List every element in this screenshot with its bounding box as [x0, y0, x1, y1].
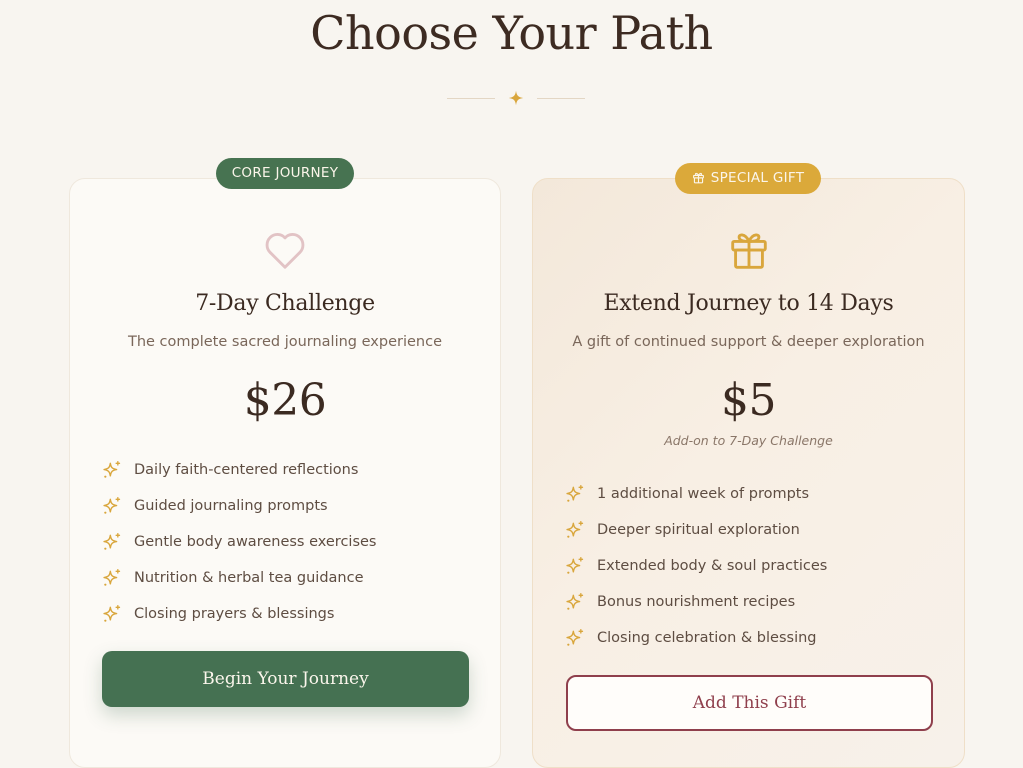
- begin-journey-button[interactable]: Begin Your Journey: [102, 651, 469, 707]
- badge-label: SPECIAL GIFT: [710, 170, 805, 186]
- feature-text: Deeper spiritual exploration: [597, 522, 800, 538]
- divider-line-right: [537, 98, 585, 99]
- feature-text: Extended body & soul practices: [597, 558, 828, 574]
- gift-icon: [730, 233, 767, 269]
- pricing-card-core: CORE JOURNEY 7-Day Challenge The complet…: [69, 158, 501, 768]
- core-journey-badge: CORE JOURNEY: [216, 158, 354, 189]
- card-subtitle: The complete sacred journaling experienc…: [127, 334, 442, 350]
- feature-text: 1 additional week of prompts: [597, 486, 810, 502]
- sparkle-icon: [508, 90, 524, 106]
- feature-text: Daily faith-centered reflections: [134, 462, 359, 478]
- feature-text: Gentle body awareness exercises: [134, 534, 377, 550]
- sparkle-icon: [566, 629, 584, 646]
- add-gift-button[interactable]: Add This Gift: [566, 675, 933, 731]
- special-gift-badge: SPECIAL GIFT: [675, 163, 821, 194]
- page-title: Choose Your Path: [310, 6, 713, 60]
- feature-item: 1 additional week of prompts: [565, 476, 827, 512]
- feature-list: 1 additional week of prompts Deeper spir…: [565, 476, 827, 656]
- gift-icon: [692, 172, 704, 184]
- sparkle-icon: [566, 521, 584, 538]
- feature-item: Guided journaling prompts: [102, 488, 376, 524]
- card-subtitle: A gift of continued support & deeper exp…: [572, 334, 925, 350]
- feature-text: Bonus nourishment recipes: [597, 594, 796, 610]
- feature-item: Deeper spiritual exploration: [565, 512, 827, 548]
- heart-icon: [265, 233, 305, 269]
- sparkle-icon: [103, 461, 121, 478]
- card-title: Extend Journey to 14 Days: [603, 291, 894, 316]
- feature-list: Daily faith-centered reflections Guided …: [102, 452, 376, 632]
- sparkle-icon: [103, 497, 121, 514]
- feature-item: Nutrition & herbal tea guidance: [102, 560, 376, 596]
- divider-line-left: [447, 98, 495, 99]
- sparkle-icon: [103, 605, 121, 622]
- feature-item: Gentle body awareness exercises: [102, 524, 376, 560]
- sparkle-icon: [566, 485, 584, 502]
- sparkle-icon: [566, 593, 584, 610]
- card-title: 7-Day Challenge: [195, 291, 375, 316]
- feature-text: Closing celebration & blessing: [597, 630, 817, 646]
- price: $26: [243, 375, 327, 426]
- feature-item: Closing celebration & blessing: [565, 620, 827, 656]
- price-note: Add-on to 7-Day Challenge: [664, 433, 833, 448]
- feature-item: Daily faith-centered reflections: [102, 452, 376, 488]
- title-divider: [447, 89, 585, 109]
- feature-item: Closing prayers & blessings: [102, 596, 376, 632]
- sparkle-icon: [566, 557, 584, 574]
- feature-text: Nutrition & herbal tea guidance: [134, 570, 364, 586]
- pricing-card-gift: SPECIAL GIFT Extend Journey to 14 Days A…: [532, 163, 965, 768]
- feature-text: Guided journaling prompts: [134, 498, 328, 514]
- feature-text: Closing prayers & blessings: [134, 606, 335, 622]
- feature-item: Extended body & soul practices: [565, 548, 827, 584]
- price: $5: [721, 375, 777, 426]
- sparkle-icon: [103, 569, 121, 586]
- sparkle-icon: [103, 533, 121, 550]
- feature-item: Bonus nourishment recipes: [565, 584, 827, 620]
